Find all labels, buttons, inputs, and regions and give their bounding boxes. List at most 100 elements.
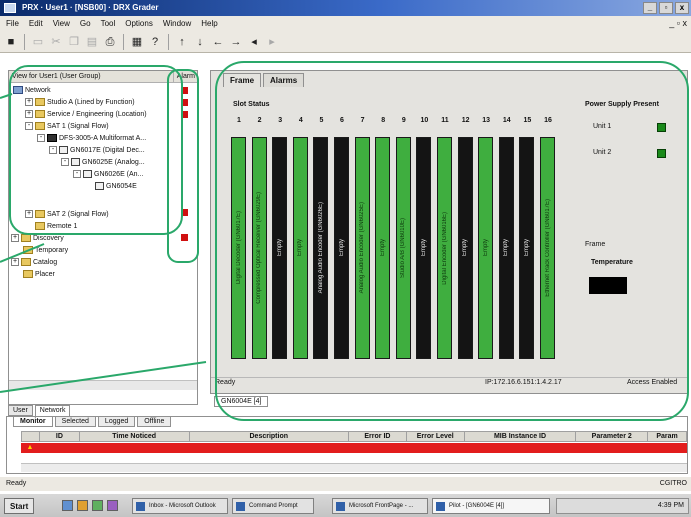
- copy-icon[interactable]: ❐: [67, 35, 81, 49]
- slot-card[interactable]: Empty: [334, 137, 349, 359]
- tree-node-gn6054e[interactable]: GN6054E: [95, 180, 137, 192]
- menu-options[interactable]: Options: [125, 19, 153, 28]
- col-mib-instance-id[interactable]: MIB Instance ID: [465, 432, 577, 441]
- slot-card[interactable]: Empty: [457, 137, 473, 359]
- expand-icon[interactable]: +: [25, 210, 33, 218]
- slot-card[interactable]: Studio A/B (GN6010E): [395, 137, 411, 359]
- forward-icon[interactable]: ▸: [265, 35, 279, 49]
- slot-card[interactable]: Empty: [292, 137, 308, 359]
- menu-go[interactable]: Go: [80, 19, 91, 28]
- expand-icon[interactable]: +: [11, 258, 19, 266]
- slot-card[interactable]: Analog Audio Encoder (GN6026E): [313, 137, 329, 359]
- menu-help[interactable]: Help: [201, 19, 217, 28]
- menu-edit[interactable]: Edit: [29, 19, 43, 28]
- tree-node-sat2[interactable]: + SAT 2 (Signal Flow): [25, 208, 109, 220]
- close-button[interactable]: x: [675, 2, 689, 14]
- collapse-icon[interactable]: -: [25, 122, 33, 130]
- slot-card[interactable]: Compressed Optical Receiver (GN6029E): [251, 137, 267, 359]
- tree-node-catalog[interactable]: + Catalog: [11, 256, 57, 268]
- alarm-indicator: [181, 209, 188, 216]
- tree-node-temporary[interactable]: Temporary: [23, 244, 68, 256]
- col-parameter-2[interactable]: Parameter 2: [576, 432, 649, 441]
- col-time-noticed[interactable]: Time Noticed: [80, 432, 190, 441]
- expand-icon[interactable]: +: [25, 110, 33, 118]
- col-description[interactable]: Description: [190, 432, 350, 441]
- taskbar-item-outlook[interactable]: Inbox - Microsoft Outlook: [132, 498, 228, 514]
- tree-node-gn6026e[interactable]: - GN6026E (An...: [73, 168, 143, 180]
- expand-icon[interactable]: +: [25, 98, 33, 106]
- collapse-icon[interactable]: -: [61, 158, 69, 166]
- monitor-horizontal-scrollbar[interactable]: [21, 463, 687, 472]
- tree-node-sat1[interactable]: - SAT 1 (Signal Flow): [25, 120, 109, 132]
- maximize-button[interactable]: ▫: [659, 2, 673, 14]
- col-param[interactable]: Param: [648, 432, 686, 441]
- tree-node-studio-a[interactable]: + Studio A (Lined by Function): [25, 96, 135, 108]
- tree-node-gn6017e[interactable]: - GN6017E (Digital Dec...: [49, 144, 145, 156]
- outlook-icon[interactable]: [77, 500, 88, 511]
- arrow-right-icon[interactable]: →: [229, 35, 243, 49]
- mdi-window-controls[interactable]: _ ▫ x: [669, 16, 687, 31]
- print-icon[interactable]: ⎙: [103, 35, 117, 49]
- col-icon[interactable]: [22, 432, 40, 441]
- paste-icon[interactable]: ▤: [85, 35, 99, 49]
- slot-card[interactable]: Digital Encoder (GN6016E): [437, 137, 452, 359]
- arrow-left-icon[interactable]: ←: [211, 35, 225, 49]
- arrow-down-icon[interactable]: ↓: [193, 35, 207, 49]
- cut-icon[interactable]: ✂: [49, 35, 63, 49]
- tree-node-discovery[interactable]: + Discovery: [11, 232, 64, 244]
- tab-frame[interactable]: Frame: [223, 73, 262, 87]
- slot-card[interactable]: Empty: [498, 137, 514, 359]
- tree-node-remote1[interactable]: Remote 1: [35, 220, 77, 232]
- tree-horizontal-scrollbar[interactable]: [9, 380, 197, 390]
- taskbar-item-command-prompt[interactable]: Command Prompt: [232, 498, 314, 514]
- menu-view[interactable]: View: [53, 19, 70, 28]
- back-icon[interactable]: ◂: [247, 35, 261, 49]
- expand-icon[interactable]: +: [11, 234, 19, 242]
- slot-card[interactable]: Empty: [519, 137, 535, 359]
- tab-alarms[interactable]: Alarms: [263, 73, 305, 87]
- start-button[interactable]: Start: [4, 498, 35, 514]
- tree-header-alarm[interactable]: Alarm: [172, 71, 195, 83]
- tab-logged[interactable]: Logged: [97, 417, 136, 427]
- slot-card[interactable]: Empty: [375, 137, 391, 359]
- tab-network[interactable]: Network: [34, 405, 71, 416]
- help-icon[interactable]: ?: [148, 35, 162, 49]
- collapse-icon[interactable]: -: [49, 146, 57, 154]
- desktop-icon[interactable]: [92, 500, 103, 511]
- menu-window[interactable]: Window: [163, 19, 191, 28]
- tree-node-dfs-frame[interactable]: - DFS-3005-A Multiformat A...: [37, 132, 146, 144]
- menu-file[interactable]: File: [6, 19, 19, 28]
- tab-user[interactable]: User: [8, 405, 33, 416]
- slot-card[interactable]: Empty: [478, 137, 494, 359]
- table-row[interactable]: ▲: [21, 443, 687, 453]
- slot-card[interactable]: Ethernet Rack Controller (GN6017E): [540, 137, 555, 359]
- slot-card[interactable]: Digital Decoder (GN6017E): [231, 137, 246, 359]
- arrow-up-icon[interactable]: ↑: [175, 35, 189, 49]
- col-id[interactable]: ID: [40, 432, 80, 441]
- save-icon[interactable]: ■: [4, 35, 18, 49]
- tree-node-placer[interactable]: Placer: [23, 268, 55, 280]
- menu-tool[interactable]: Tool: [101, 19, 116, 28]
- tree-node-network[interactable]: Network: [13, 84, 51, 96]
- tree-node-service-engineering[interactable]: + Service / Engineering (Location): [25, 108, 147, 120]
- col-error-level[interactable]: Error Level: [407, 432, 465, 441]
- calc-icon[interactable]: ▦: [130, 35, 144, 49]
- device-tab[interactable]: GN6004E [4]: [214, 396, 269, 407]
- taskbar-item-frontpage[interactable]: Microsoft FrontPage - ...: [332, 498, 428, 514]
- slot-card[interactable]: Empty: [272, 137, 288, 359]
- tree-node-gn6025e[interactable]: - GN6025E (Analog...: [61, 156, 145, 168]
- media-icon[interactable]: [107, 500, 118, 511]
- open-icon[interactable]: ▭: [31, 35, 45, 49]
- tab-monitor[interactable]: Monitor: [13, 417, 53, 427]
- tree-header-view[interactable]: View for User1 (User Group): [12, 71, 101, 83]
- taskbar-item-pilot[interactable]: Pilot - [GN6004E [4]]: [432, 498, 550, 514]
- tab-selected[interactable]: Selected: [54, 417, 96, 427]
- slot-card[interactable]: Empty: [416, 137, 432, 359]
- collapse-icon[interactable]: -: [37, 134, 45, 142]
- minimize-button[interactable]: _: [643, 2, 657, 14]
- tab-offline[interactable]: Offline: [137, 417, 172, 427]
- slot-card[interactable]: Analog Audio Encoder (GN6025E): [354, 137, 370, 359]
- ie-icon[interactable]: [62, 500, 73, 511]
- collapse-icon[interactable]: -: [73, 170, 81, 178]
- col-error-id[interactable]: Error ID: [349, 432, 407, 441]
